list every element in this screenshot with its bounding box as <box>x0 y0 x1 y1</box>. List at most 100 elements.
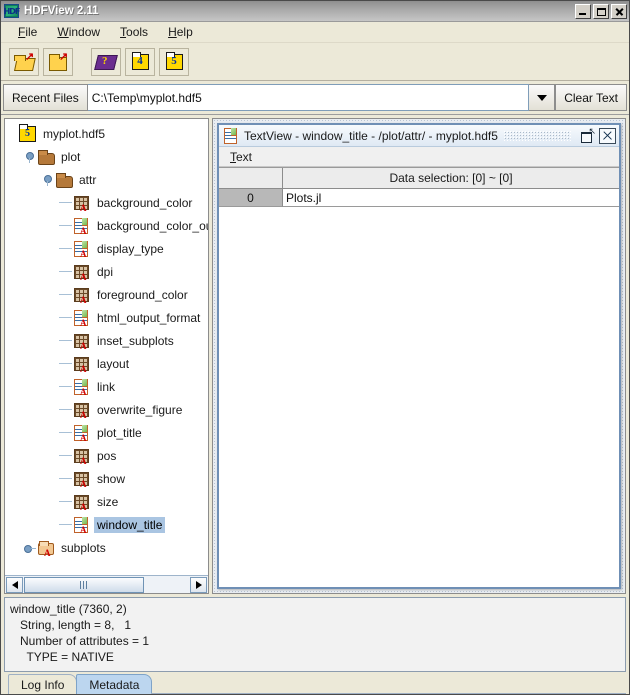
tree-indent <box>5 524 59 525</box>
tree-item-label: inset_subplots <box>94 333 177 349</box>
help-book-glyph: ? <box>102 55 108 67</box>
string-dataset-icon: A <box>73 425 90 441</box>
tree-branch-line <box>59 524 72 525</box>
menu-window[interactable]: Window <box>48 23 109 41</box>
file-path-input[interactable]: C:\Temp\myplot.hdf5 <box>88 84 529 111</box>
tree-collapse-handle[interactable] <box>23 541 36 554</box>
textview-window: TextView - window_title - /plot/attr/ - … <box>217 123 621 589</box>
tree-indent <box>5 271 59 272</box>
tree-item-size[interactable]: Asize <box>5 490 208 513</box>
tree-item-myplot-hdf5[interactable]: 5myplot.hdf5 <box>5 122 208 145</box>
minimize-button[interactable] <box>575 4 591 19</box>
tree-item-background-color[interactable]: Abackground_color <box>5 191 208 214</box>
tree-item-inset-subplots[interactable]: Ainset_subplots <box>5 329 208 352</box>
tree-item-background-color-ou[interactable]: Abackground_color_ou <box>5 214 208 237</box>
tree-item-layout[interactable]: Alayout <box>5 352 208 375</box>
main-area: 5myplot.hdf5 plot attr Abackground_colorAba… <box>1 115 629 594</box>
menubar: File Window Tools Help <box>1 22 629 43</box>
hdf5-library-button[interactable]: 5 <box>159 48 189 76</box>
close-file-button[interactable]: ↗ <box>43 48 73 76</box>
tree-indent <box>5 386 59 387</box>
attribute-badge-icon: A <box>80 342 87 351</box>
tree-item-display-type[interactable]: Adisplay_type <box>5 237 208 260</box>
tree-branch-line <box>59 501 72 502</box>
grid-dataset-icon: A <box>73 402 90 418</box>
menu-text-label: ext <box>236 150 252 164</box>
tree-branch-line <box>59 225 72 226</box>
textview-drag-grip[interactable] <box>503 130 571 141</box>
restore-window-icon[interactable] <box>579 128 596 144</box>
menu-tools[interactable]: Tools <box>111 23 157 41</box>
help-button[interactable]: ? <box>91 48 121 76</box>
tree-indent <box>5 455 59 456</box>
scroll-grip-icon <box>80 581 88 589</box>
string-dataset-icon: A <box>73 310 90 326</box>
tree-item-overwrite-figure[interactable]: Aoverwrite_figure <box>5 398 208 421</box>
tree-item-link[interactable]: Alink <box>5 375 208 398</box>
clear-text-button[interactable]: Clear Text <box>555 84 627 111</box>
table-row[interactable]: 0 Plots.jl <box>219 189 619 207</box>
attribute-badge-icon: A <box>80 365 87 374</box>
tree-horizontal-scrollbar[interactable] <box>5 575 208 593</box>
hdf5-file-icon: 5 <box>19 126 36 142</box>
tree-indent <box>5 179 41 180</box>
recent-files-dropdown[interactable] <box>529 84 555 111</box>
recent-files-button[interactable]: Recent Files <box>3 84 88 111</box>
data-selection-header: Data selection: [0] ~ [0] <box>283 168 619 188</box>
tab-metadata[interactable]: Metadata <box>76 674 152 694</box>
tree-indent <box>5 156 23 157</box>
open-file-button[interactable]: ↗ <box>9 48 39 76</box>
hdf-logo-icon: HDF <box>4 4 19 18</box>
tab-log-info[interactable]: Log Info <box>8 674 77 694</box>
window-title: HDFView 2.11 <box>24 5 575 17</box>
scroll-left-icon <box>12 581 18 589</box>
tree-expand-handle[interactable] <box>41 173 54 186</box>
scroll-left-button[interactable] <box>6 577 23 593</box>
tree-item-attr[interactable]: attr <box>5 168 208 191</box>
tree-item-plot-title[interactable]: Aplot_title <box>5 421 208 444</box>
tree-item-foreground-color[interactable]: Aforeground_color <box>5 283 208 306</box>
tree-item-window-title[interactable]: Awindow_title <box>5 513 208 536</box>
textview-titlebar[interactable]: TextView - window_title - /plot/attr/ - … <box>219 125 619 147</box>
scroll-right-button[interactable] <box>190 577 207 593</box>
close-button[interactable] <box>611 4 627 19</box>
close-window-icon[interactable] <box>599 128 616 144</box>
menu-help[interactable]: Help <box>159 23 202 41</box>
file-tree[interactable]: 5myplot.hdf5 plot attr Abackground_colorAba… <box>5 119 208 575</box>
tree-indent <box>5 294 59 295</box>
attribute-badge-icon: A <box>80 480 87 489</box>
tree-item-dpi[interactable]: Adpi <box>5 260 208 283</box>
tree-indent <box>5 225 59 226</box>
tree-item-show[interactable]: Ashow <box>5 467 208 490</box>
row-value-cell[interactable]: Plots.jl <box>283 189 619 207</box>
log-line: String, length = 8, 1 <box>10 617 620 633</box>
tree-item-label: plot <box>58 149 83 165</box>
string-dataset-icon: A <box>73 379 90 395</box>
tree-item-label: overwrite_figure <box>94 402 185 418</box>
tree-item-subplots[interactable]: Asubplots <box>5 536 208 559</box>
tree-expand-handle[interactable] <box>23 150 36 163</box>
bottom-tabs: Log Info Metadata <box>4 672 626 694</box>
tree-item-pos[interactable]: Apos <box>5 444 208 467</box>
attribute-badge-icon: A <box>80 296 87 305</box>
maximize-button[interactable] <box>593 4 609 19</box>
tree-item-label: window_title <box>94 517 165 533</box>
table-corner-cell <box>219 168 283 188</box>
attribute-badge-icon: A <box>80 273 87 282</box>
log-line: TYPE = NATIVE <box>10 649 620 665</box>
menu-file[interactable]: File <box>9 23 46 41</box>
hdf4-library-button[interactable]: 4 <box>125 48 155 76</box>
tree-scroll-thumb[interactable] <box>24 577 144 593</box>
recent-files-bar: Recent Files C:\Temp\myplot.hdf5 Clear T… <box>1 81 629 115</box>
menu-text[interactable]: Text <box>226 149 256 165</box>
log-line: Number of attributes = 1 <box>10 633 620 649</box>
tree-item-plot[interactable]: plot <box>5 145 208 168</box>
tree-scroll-track[interactable] <box>24 577 189 593</box>
attribute-badge-icon: A <box>80 434 87 443</box>
tree-item-label: attr <box>76 172 99 188</box>
window-controls <box>575 4 627 19</box>
tree-indent <box>5 478 59 479</box>
tree-item-label: size <box>94 494 121 510</box>
chevron-down-icon <box>537 95 547 101</box>
tree-item-html-output-format[interactable]: Ahtml_output_format <box>5 306 208 329</box>
